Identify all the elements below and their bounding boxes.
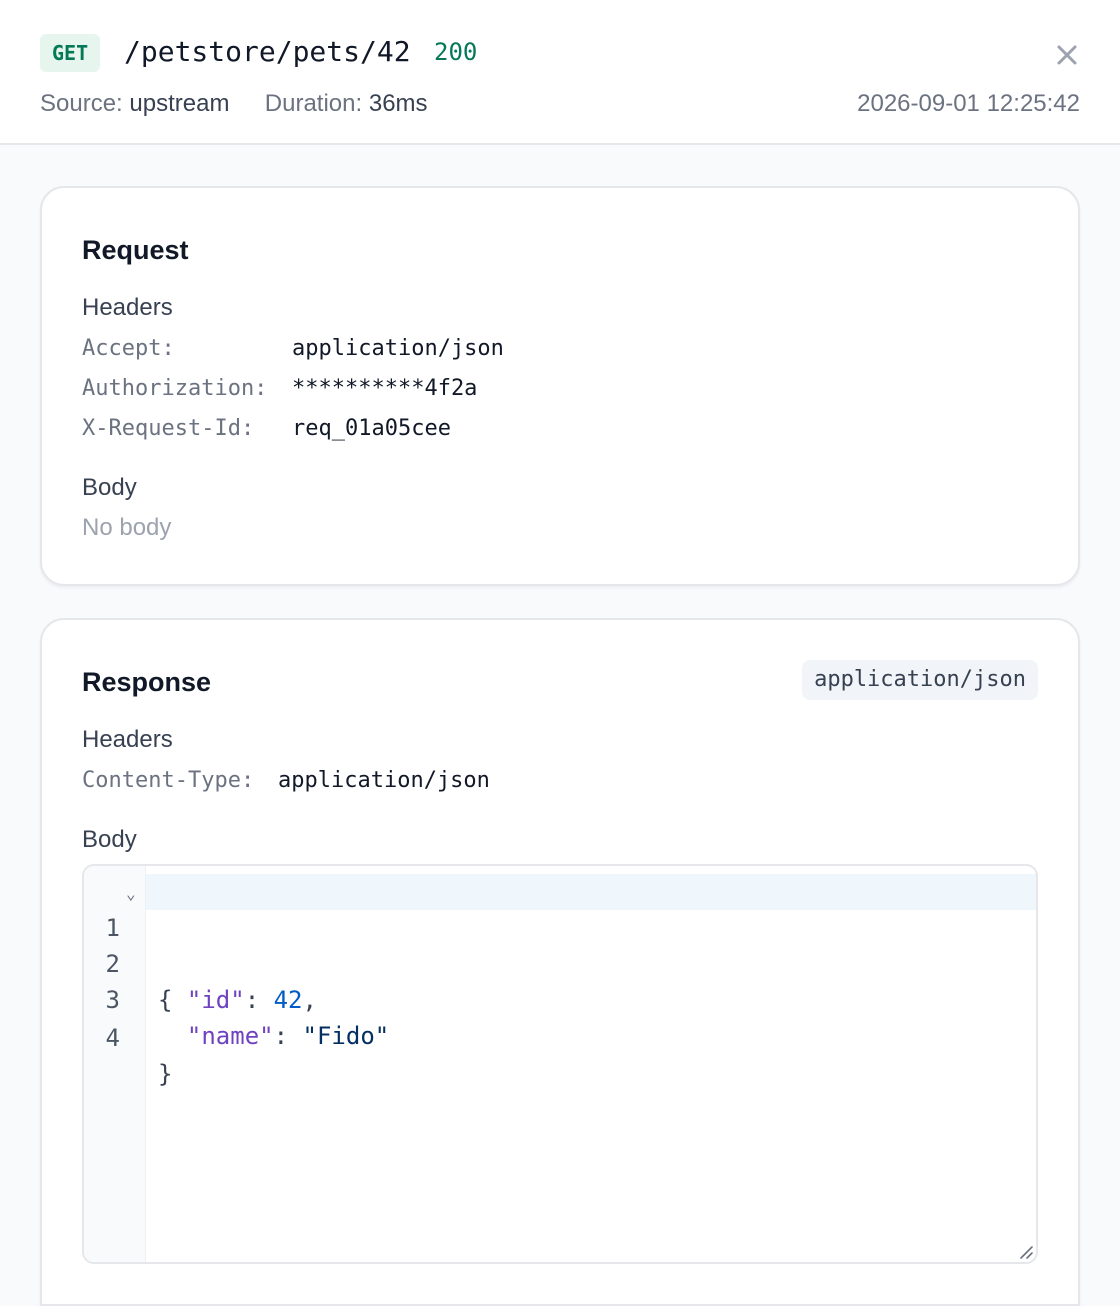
request-path: /petstore/pets/42 bbox=[124, 35, 411, 68]
close-button[interactable] bbox=[1048, 36, 1086, 74]
duration-label: Duration: bbox=[264, 90, 363, 117]
request-header-row: Accept: application/json bbox=[82, 334, 504, 364]
header-value: **********4f2a bbox=[292, 376, 478, 401]
request-meta: Source: upstream Duration: 36ms bbox=[40, 88, 428, 120]
request-header-row: X-Request-Id: req_01a05cee bbox=[82, 414, 451, 444]
fold-chevron-icon[interactable]: ⌄ bbox=[126, 876, 136, 912]
code-line: 4 } bbox=[84, 984, 1036, 1088]
json-brace: } bbox=[158, 1060, 173, 1088]
header-key: X-Request-Id: bbox=[82, 416, 255, 441]
http-method-badge: GET bbox=[40, 34, 101, 72]
code-line: 1 ⌄ { bbox=[84, 874, 1036, 1014]
request-title: Request bbox=[82, 235, 189, 265]
request-body-label: Body bbox=[82, 474, 137, 501]
response-title: Response bbox=[82, 667, 212, 697]
response-body-label: Body bbox=[82, 826, 137, 853]
request-body-empty: No body bbox=[82, 514, 172, 541]
response-header-row: Content-Type: application/json bbox=[82, 766, 490, 796]
json-string: "Fido" bbox=[302, 1022, 390, 1050]
resize-handle-icon[interactable] bbox=[1018, 1244, 1034, 1260]
response-card: Response application/json Headers Conten… bbox=[40, 618, 1080, 1306]
request-header-row: Authorization: **********4f2a bbox=[82, 374, 477, 404]
header-value: application/json bbox=[278, 768, 490, 793]
json-colon: : bbox=[273, 1022, 303, 1050]
source-label: Source: bbox=[40, 90, 123, 117]
close-icon bbox=[1057, 45, 1077, 65]
request-headers-label: Headers bbox=[82, 294, 173, 321]
line-number: 4 bbox=[105, 1024, 120, 1052]
request-detail-header: GET /petstore/pets/42 200 Source: upstre… bbox=[0, 0, 1120, 145]
content-type-badge: application/json bbox=[802, 660, 1038, 700]
duration-value: 36ms bbox=[368, 90, 428, 117]
response-body-editor[interactable]: 1 ⌄ { 2 "id": 42, 3 "name": "Fido" 4 } bbox=[82, 864, 1038, 1264]
header-key: Content-Type: bbox=[82, 768, 255, 793]
header-value: application/json bbox=[292, 336, 504, 361]
code-line: 2 "id": 42, bbox=[84, 910, 1036, 1014]
code-line: 3 "name": "Fido" bbox=[84, 946, 1036, 1050]
source-value: upstream bbox=[129, 90, 230, 117]
json-key: "name" bbox=[186, 1022, 274, 1050]
request-card: Request Headers Accept: application/json … bbox=[40, 186, 1080, 586]
response-headers-label: Headers bbox=[82, 726, 173, 753]
header-key: Authorization: bbox=[82, 376, 268, 401]
timestamp: 2026-09-01 12:25:42 bbox=[857, 90, 1080, 117]
status-code: 200 bbox=[434, 38, 478, 66]
header-key: Accept: bbox=[82, 336, 175, 361]
header-value: req_01a05cee bbox=[292, 416, 451, 441]
